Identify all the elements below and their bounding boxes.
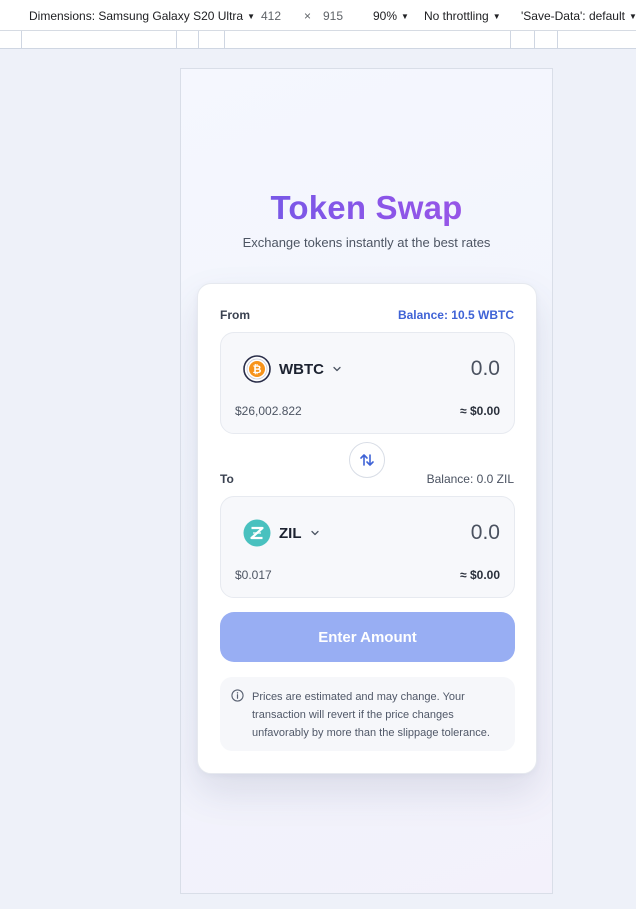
swap-card: From Balance: 10.5 WBTC ₿ WBTC 0.0 $26,0… <box>197 283 537 774</box>
to-token-name: ZIL <box>279 524 302 542</box>
devtools-device-toolbar: Dimensions: Samsung Galaxy S20 Ultra ▼ 41… <box>0 0 636 31</box>
device-height-field[interactable]: 915 <box>323 9 343 23</box>
caret-down-icon: ▼ <box>492 12 501 21</box>
device-dimensions-dropdown[interactable]: Dimensions: Samsung Galaxy S20 Ultra ▼ <box>29 9 255 23</box>
to-token-price: $0.017 <box>235 568 272 582</box>
to-label: To <box>220 472 234 486</box>
from-usd-value: ≈ $0.00 <box>460 404 500 418</box>
svg-text:₿: ₿ <box>253 363 262 376</box>
page-title: Token Swap <box>181 189 552 227</box>
swap-direction-button[interactable] <box>349 442 385 478</box>
media-query-ruler <box>0 31 636 49</box>
price-notice: Prices are estimated and may change. You… <box>220 677 515 751</box>
to-token-selector[interactable]: ZIL <box>243 519 320 547</box>
caret-down-icon: ▼ <box>247 12 256 21</box>
to-amount-input[interactable] <box>380 517 500 549</box>
caret-down-icon: ▼ <box>401 12 409 21</box>
enter-amount-button[interactable]: Enter Amount <box>220 612 515 662</box>
zilliqa-icon <box>243 519 271 547</box>
throttling-dropdown[interactable]: No throttling ▼ <box>424 9 501 23</box>
to-balance: Balance: 0.0 ZIL <box>426 472 514 486</box>
page-subtitle: Exchange tokens instantly at the best ra… <box>242 235 491 250</box>
zoom-dropdown[interactable]: 90% ▼ <box>373 9 409 23</box>
bitcoin-icon: ₿ <box>243 355 271 383</box>
dimension-times-sign: × <box>304 9 312 23</box>
from-amount-input[interactable] <box>380 353 500 385</box>
device-dimensions-label: Dimensions: Samsung Galaxy S20 Ultra <box>29 9 244 23</box>
chevron-down-icon <box>310 530 319 536</box>
from-token-selector[interactable]: ₿ WBTC <box>243 355 342 383</box>
from-label: From <box>220 308 250 322</box>
from-token-price: $26,002.822 <box>235 404 302 418</box>
save-data-label: 'Save-Data': default <box>521 9 625 23</box>
from-token-box: ₿ WBTC $26,002.822 ≈ $0.00 <box>220 332 515 434</box>
device-width-field[interactable]: 412 <box>261 9 281 23</box>
to-usd-value: ≈ $0.00 <box>460 568 500 582</box>
to-token-box: ZIL $0.017 ≈ $0.00 <box>220 496 515 598</box>
swap-arrows-icon <box>360 454 374 466</box>
info-icon <box>231 689 244 702</box>
notice-text: Prices are estimated and may change. You… <box>252 691 490 739</box>
save-data-dropdown[interactable]: 'Save-Data': default ▼ <box>521 9 636 23</box>
chevron-down-icon <box>333 366 341 372</box>
from-balance[interactable]: Balance: 10.5 WBTC <box>398 308 514 322</box>
throttling-label: No throttling <box>424 9 489 23</box>
device-viewport: Token Swap Exchange tokens instantly at … <box>180 68 553 894</box>
from-token-name: WBTC <box>279 360 324 378</box>
zoom-label: 90% <box>373 9 398 23</box>
caret-down-icon: ▼ <box>628 12 636 21</box>
